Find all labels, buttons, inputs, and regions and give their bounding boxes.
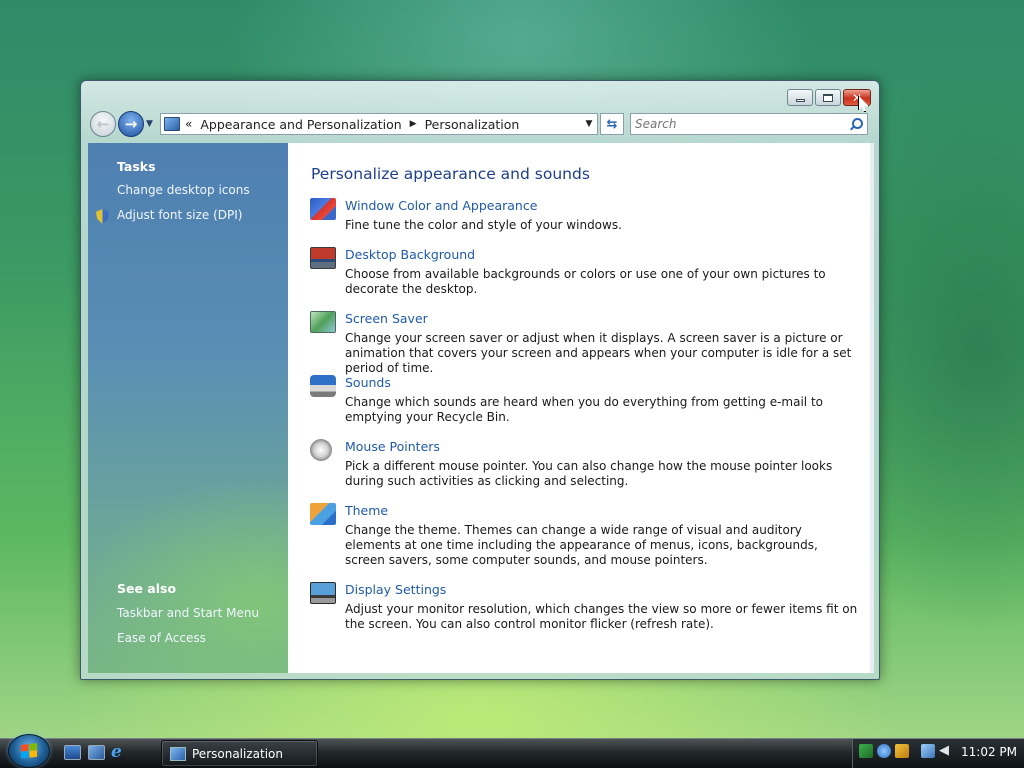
search-box[interactable]: [630, 113, 868, 135]
refresh-button[interactable]: ⇆: [600, 113, 624, 135]
taskbar-button-personalization[interactable]: Personalization: [161, 740, 318, 767]
desktop-background-icon: [310, 247, 336, 269]
start-button[interactable]: [8, 734, 50, 768]
forward-arrow-icon: →: [124, 115, 138, 133]
item-description: Adjust your monitor resolution, which ch…: [345, 602, 858, 631]
see-also-heading: See also: [117, 581, 177, 596]
see-also-taskbar-start-menu[interactable]: Taskbar and Start Menu: [117, 606, 259, 620]
link-window-color[interactable]: Window Color and Appearance: [345, 198, 537, 213]
item-description: Change your screen saver or adjust when …: [345, 331, 852, 375]
search-icon[interactable]: [849, 117, 863, 131]
network-icon[interactable]: [921, 744, 935, 758]
breadcrumb-overflow[interactable]: «: [185, 117, 192, 131]
task-change-desktop-icons[interactable]: Change desktop icons: [117, 183, 250, 197]
control-panel-icon: [164, 117, 180, 131]
address-dropdown-icon[interactable]: ▼: [581, 119, 597, 129]
address-bar[interactable]: « Appearance and Personalization ▶ Perso…: [160, 113, 598, 135]
content-pane: Personalize appearance and sounds Window…: [288, 143, 874, 673]
mouse-pointers-icon: [310, 439, 332, 461]
personalization-window: ✕ ← → ▼ « Appearance and Personalization…: [80, 80, 880, 680]
display-settings-icon: [310, 582, 336, 604]
refresh-icon: ⇆: [606, 116, 618, 132]
forward-button[interactable]: →: [118, 111, 144, 137]
page-title: Personalize appearance and sounds: [311, 165, 590, 183]
switch-windows-icon[interactable]: [88, 745, 105, 760]
client-area: Tasks Change desktop icons Adjust font s…: [88, 143, 874, 673]
item-description: Choose from available backgrounds or col…: [345, 267, 826, 296]
minimize-icon: [795, 98, 805, 102]
tasks-heading: Tasks: [117, 159, 156, 174]
breadcrumb-personalization[interactable]: Personalization: [425, 117, 520, 132]
taskbar-button-label: Personalization: [192, 746, 283, 761]
see-also-ease-of-access[interactable]: Ease of Access: [117, 631, 206, 645]
tray-network-globe-icon[interactable]: [877, 744, 891, 758]
link-display-settings[interactable]: Display Settings: [345, 582, 446, 597]
back-arrow-icon: ←: [96, 115, 110, 133]
recent-pages-dropdown[interactable]: ▼: [146, 119, 156, 129]
navigation-bar: ← → ▼ « Appearance and Personalization ▶…: [90, 111, 872, 137]
task-pane: Tasks Change desktop icons Adjust font s…: [88, 143, 288, 673]
back-button[interactable]: ←: [90, 111, 116, 137]
link-mouse-pointers[interactable]: Mouse Pointers: [345, 439, 440, 454]
link-screen-saver[interactable]: Screen Saver: [345, 311, 428, 326]
minimize-button[interactable]: [787, 89, 813, 106]
item-description: Change which sounds are heard when you d…: [345, 395, 823, 424]
item-description: Change the theme. Themes can change a wi…: [345, 523, 818, 567]
volume-icon[interactable]: ◀: [939, 744, 953, 758]
window-color-icon: [310, 198, 336, 220]
uac-shield-icon: [96, 209, 109, 224]
item-description: Fine tune the color and style of your wi…: [345, 218, 622, 232]
clock[interactable]: 11:02 PM: [961, 745, 1017, 759]
link-desktop-background[interactable]: Desktop Background: [345, 247, 475, 262]
sounds-icon: [310, 375, 336, 397]
tray-app-icon[interactable]: [859, 744, 873, 758]
link-sounds[interactable]: Sounds: [345, 375, 391, 390]
breadcrumb-appearance[interactable]: Appearance and Personalization: [200, 117, 401, 132]
security-center-icon[interactable]: [895, 744, 909, 758]
show-desktop-icon[interactable]: [64, 745, 81, 760]
search-input[interactable]: [635, 117, 849, 131]
close-button[interactable]: ✕: [843, 89, 871, 106]
control-panel-icon: [170, 746, 186, 761]
notification-area: ◀ 11:02 PM: [852, 739, 1024, 768]
task-adjust-font-size[interactable]: Adjust font size (DPI): [117, 208, 242, 222]
internet-explorer-icon[interactable]: e: [111, 744, 128, 761]
scrollbar-track[interactable]: [870, 143, 874, 673]
theme-icon: [310, 503, 336, 525]
windows-logo-icon: [21, 743, 37, 759]
maximize-icon: [823, 93, 833, 102]
item-description: Pick a different mouse pointer. You can …: [345, 459, 833, 488]
screen-saver-icon: [310, 311, 336, 333]
breadcrumb-arrow-icon[interactable]: ▶: [410, 119, 417, 129]
maximize-button[interactable]: [815, 89, 841, 106]
link-theme[interactable]: Theme: [345, 503, 388, 518]
